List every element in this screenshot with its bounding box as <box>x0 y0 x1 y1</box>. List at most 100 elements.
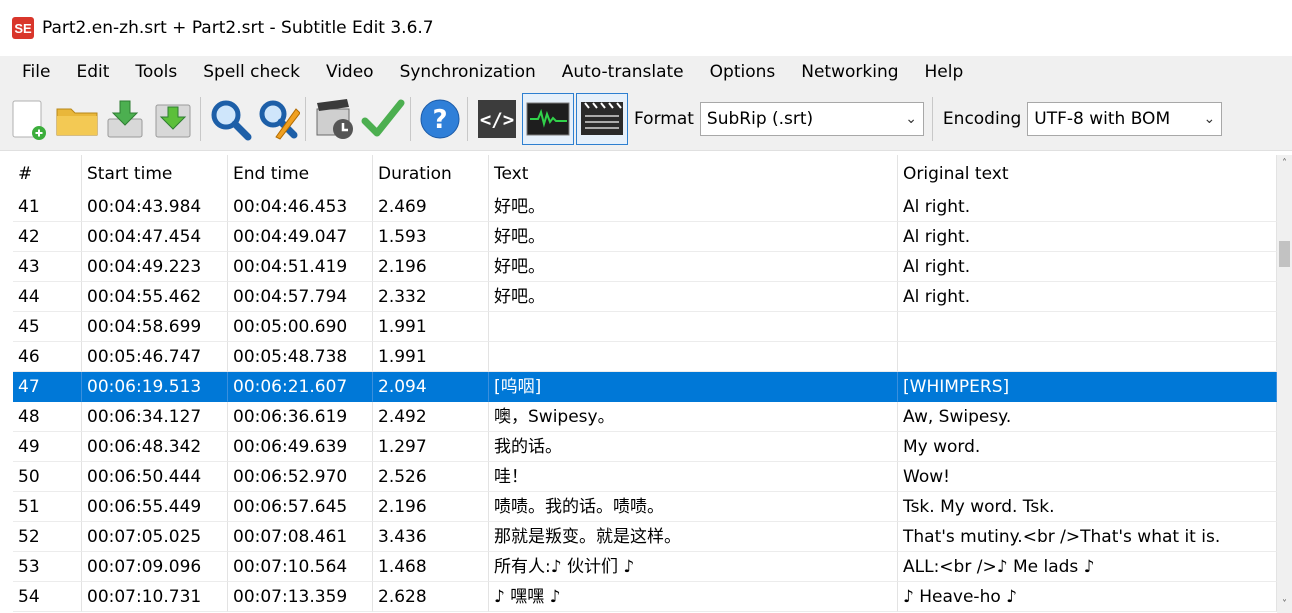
toolbar-separator <box>410 97 411 141</box>
waveform-toggle-button[interactable] <box>522 93 574 145</box>
cell-original-text: [WHIMPERS] <box>898 372 1277 402</box>
cell-duration: 2.526 <box>373 462 489 492</box>
cell-start-time: 00:06:19.513 <box>82 372 228 402</box>
replace-button[interactable] <box>255 93 301 145</box>
table-row[interactable]: 42 00:04:47.454 00:04:49.047 1.593 好吧。 Al rig… <box>13 222 1277 252</box>
table-row[interactable]: 45 00:04:58.699 00:05:00.690 1.991 <box>13 312 1277 342</box>
cell-end-time: 00:05:00.690 <box>228 312 373 342</box>
help-button[interactable]: ? <box>417 93 463 145</box>
spell-check-button[interactable] <box>360 93 406 145</box>
cell-number: 42 <box>13 222 82 252</box>
cell-text <box>489 312 898 342</box>
menu-auto-translate[interactable]: Auto-translate <box>549 56 697 88</box>
menu-video[interactable]: Video <box>313 56 387 88</box>
cell-duration: 2.196 <box>373 492 489 522</box>
new-file-button[interactable] <box>6 93 52 145</box>
open-file-button[interactable] <box>54 93 100 145</box>
menu-edit[interactable]: Edit <box>63 56 122 88</box>
cell-duration: 2.628 <box>373 582 489 612</box>
video-toggle-button[interactable] <box>576 93 628 145</box>
source-view-button[interactable]: </> <box>474 93 520 145</box>
cell-start-time: 00:05:46.747 <box>82 342 228 372</box>
subtitle-grid[interactable]: # Start time End time Duration Text Orig… <box>0 150 1292 613</box>
cell-number: 49 <box>13 432 82 462</box>
column-header-duration[interactable]: Duration <box>373 155 489 193</box>
column-header-text[interactable]: Text <box>489 155 898 193</box>
column-header-original-text[interactable]: Original text <box>898 155 1277 193</box>
encoding-dropdown[interactable]: UTF-8 with BOM ⌄ <box>1027 102 1223 136</box>
cell-start-time: 00:06:48.342 <box>82 432 228 462</box>
column-header-start-time[interactable]: Start time <box>82 155 228 193</box>
svg-text:</>: </> <box>480 109 514 131</box>
vertical-scrollbar[interactable]: ˄ ˅ <box>1277 155 1292 613</box>
cell-number: 45 <box>13 312 82 342</box>
subtitle-edit-app-icon: SE <box>12 17 34 39</box>
cell-text: 哇！ <box>489 462 898 492</box>
waveform-icon <box>526 102 570 136</box>
table-row[interactable]: 53 00:07:09.096 00:07:10.564 1.468 所有人:♪ 伙计们… <box>13 552 1277 582</box>
visual-sync-button[interactable] <box>312 93 358 145</box>
cell-end-time: 00:07:13.359 <box>228 582 373 612</box>
cell-duration: 1.991 <box>373 342 489 372</box>
cell-duration: 2.469 <box>373 192 489 222</box>
import-button[interactable] <box>102 93 148 145</box>
cell-number: 51 <box>13 492 82 522</box>
cell-start-time: 00:06:34.127 <box>82 402 228 432</box>
menu-options[interactable]: Options <box>697 56 789 88</box>
menu-spell-check[interactable]: Spell check <box>190 56 313 88</box>
table-row[interactable]: 47 00:06:19.513 00:06:21.607 2.094 [呜咽] [WHIM… <box>13 372 1277 402</box>
menu-file[interactable]: File <box>9 56 63 88</box>
scroll-up-icon[interactable]: ˄ <box>1277 155 1292 172</box>
help-icon: ? <box>420 99 460 139</box>
format-value: SubRip (.srt) <box>706 109 814 129</box>
cell-start-time: 00:04:47.454 <box>82 222 228 252</box>
cell-duration: 1.468 <box>373 552 489 582</box>
download-button[interactable] <box>150 93 196 145</box>
table-row[interactable]: 43 00:04:49.223 00:04:51.419 2.196 好吧。 Al rig… <box>13 252 1277 282</box>
cell-duration: 2.492 <box>373 402 489 432</box>
scroll-down-icon[interactable]: ˅ <box>1277 596 1292 613</box>
cell-number: 43 <box>13 252 82 282</box>
grid-rows: 41 00:04:43.984 00:04:46.453 2.469 好吧。 Al rig… <box>13 192 1277 612</box>
scrollbar-thumb[interactable] <box>1279 241 1290 267</box>
cell-end-time: 00:05:48.738 <box>228 342 373 372</box>
column-header-end-time[interactable]: End time <box>228 155 373 193</box>
menu-tools[interactable]: Tools <box>122 56 190 88</box>
cell-number: 48 <box>13 402 82 432</box>
table-row[interactable]: 48 00:06:34.127 00:06:36.619 2.492 噢，Swipesy… <box>13 402 1277 432</box>
cell-original-text: ♪ Heave-ho ♪ <box>898 582 1277 612</box>
cell-text: 好吧。 <box>489 252 898 282</box>
menu-networking[interactable]: Networking <box>788 56 911 88</box>
cell-original-text: That's mutiny.<br />That's what it is. <box>898 522 1277 552</box>
table-row[interactable]: 52 00:07:05.025 00:07:08.461 3.436 那就是叛变。就是这… <box>13 522 1277 552</box>
table-row[interactable]: 51 00:06:55.449 00:06:57.645 2.196 啧啧。我的话。啧啧… <box>13 492 1277 522</box>
source-view-icon: </> <box>478 100 516 138</box>
chevron-down-icon: ⌄ <box>905 111 917 127</box>
table-row[interactable]: 44 00:04:55.462 00:04:57.794 2.332 好吧。 Al rig… <box>13 282 1277 312</box>
import-icon <box>107 100 143 138</box>
cell-duration: 2.094 <box>373 372 489 402</box>
svg-text:?: ? <box>432 105 447 135</box>
cell-end-time: 00:06:52.970 <box>228 462 373 492</box>
spell-check-icon <box>361 99 405 137</box>
cell-text: 好吧。 <box>489 222 898 252</box>
find-button[interactable] <box>207 93 253 145</box>
column-header-number[interactable]: # <box>13 155 82 193</box>
cell-text: ♪ 嘿嘿 ♪ <box>489 582 898 612</box>
chevron-down-icon: ⌄ <box>1203 111 1216 127</box>
cell-duration: 2.196 <box>373 252 489 282</box>
menu-help[interactable]: Help <box>912 56 977 88</box>
table-row[interactable]: 50 00:06:50.444 00:06:52.970 2.526 哇！ Wow! <box>13 462 1277 492</box>
menu-synchronization[interactable]: Synchronization <box>387 56 549 88</box>
table-row[interactable]: 46 00:05:46.747 00:05:48.738 1.991 <box>13 342 1277 372</box>
table-row[interactable]: 54 00:07:10.731 00:07:13.359 2.628 ♪ 嘿嘿 ♪ ♪ H… <box>13 582 1277 612</box>
cell-end-time: 00:06:57.645 <box>228 492 373 522</box>
cell-original-text: Al right. <box>898 282 1277 312</box>
cell-original-text: Tsk. My word. Tsk. <box>898 492 1277 522</box>
table-row[interactable]: 49 00:06:48.342 00:06:49.639 1.297 我的话。 My wo… <box>13 432 1277 462</box>
format-dropdown[interactable]: SubRip (.srt) ⌄ <box>699 102 924 136</box>
cell-start-time: 00:04:55.462 <box>82 282 228 312</box>
cell-text: 啧啧。我的话。啧啧。 <box>489 492 898 522</box>
cell-end-time: 00:04:49.047 <box>228 222 373 252</box>
table-row[interactable]: 41 00:04:43.984 00:04:46.453 2.469 好吧。 Al rig… <box>13 192 1277 222</box>
